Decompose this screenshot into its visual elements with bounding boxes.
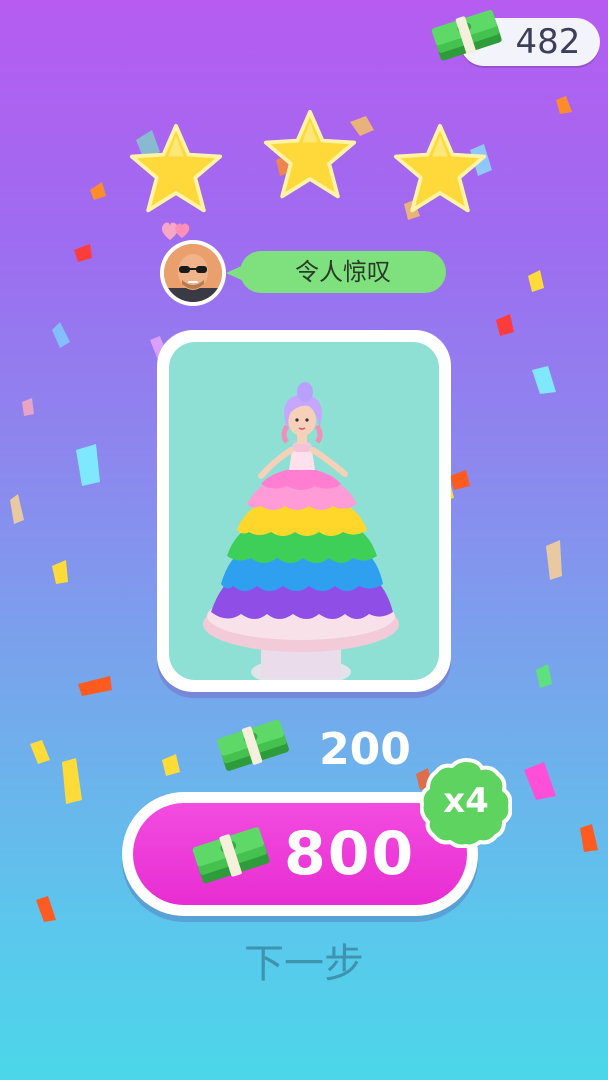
hearts-icon xyxy=(160,218,194,244)
coin-count: 482 xyxy=(515,22,581,62)
cash-stack-icon xyxy=(190,818,274,892)
cash-stack-icon xyxy=(428,4,508,74)
rating-star-1-icon xyxy=(128,122,224,218)
next-step-button[interactable]: 下一步 xyxy=(204,934,404,994)
multiplied-total: 800 xyxy=(284,819,416,889)
multiplier-label: x4 xyxy=(443,781,489,821)
rating-star-3-icon xyxy=(392,122,488,218)
reviewer-avatar xyxy=(160,240,226,306)
rating-star-2-icon xyxy=(262,108,358,204)
reward-cash-icon xyxy=(214,710,294,780)
rainbow-princess-cake-image xyxy=(169,342,439,680)
reviewer-comment: 令人惊叹 xyxy=(240,251,446,293)
reward-amount: 200 xyxy=(319,724,411,775)
bald-man-sunglasses-avatar-icon xyxy=(164,244,222,302)
